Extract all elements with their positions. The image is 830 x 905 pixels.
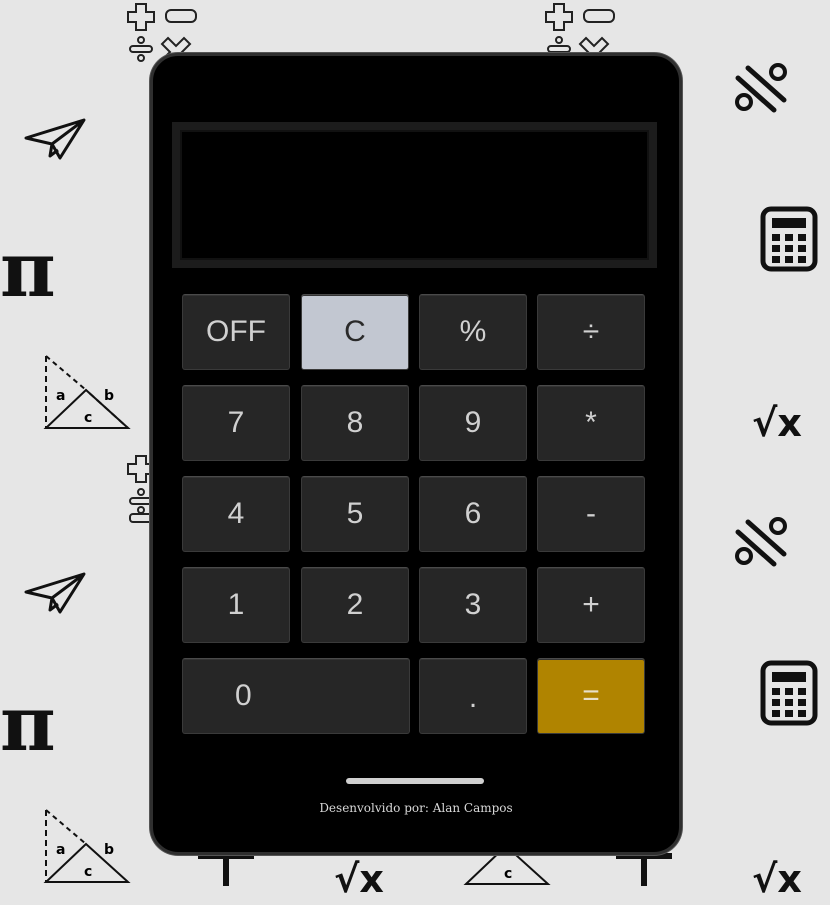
decimal-button[interactable]: .	[419, 658, 527, 734]
digit-9-button[interactable]: 9	[419, 385, 527, 461]
paper-plane-icon	[24, 572, 86, 614]
svg-text:a: a	[56, 388, 65, 404]
digit-6-button[interactable]: 6	[419, 476, 527, 552]
square-root-icon: √x	[752, 401, 802, 445]
digit-5-button[interactable]: 5	[301, 476, 409, 552]
digit-7-button[interactable]: 7	[182, 385, 290, 461]
equals-button[interactable]: =	[537, 658, 645, 734]
percent-icon	[735, 517, 787, 567]
percent-button[interactable]: %	[419, 294, 527, 370]
svg-text:c: c	[84, 864, 92, 880]
digit-1-button[interactable]: 1	[182, 567, 290, 643]
plus-button[interactable]: +	[537, 567, 645, 643]
svg-text:b: b	[104, 842, 114, 858]
pi-icon: π	[0, 225, 56, 314]
percent-icon	[735, 63, 787, 113]
digit-8-button[interactable]: 8	[301, 385, 409, 461]
triangle-icon: a b c	[43, 809, 131, 883]
svg-text:a: a	[56, 842, 65, 858]
calculator-icon	[760, 660, 818, 726]
plus-icon	[198, 853, 254, 886]
calculator-icon	[760, 206, 818, 272]
developer-credit: Desenvolvido por: Alan Campos	[319, 801, 513, 815]
calculator-device: OFF C % ÷ 7 8 9 * 4 5 6 - 1 2 3 + 0 . = …	[150, 53, 682, 855]
digit-4-button[interactable]: 4	[182, 476, 290, 552]
square-root-icon: √x	[334, 857, 384, 901]
svg-text:c: c	[504, 866, 512, 882]
home-indicator	[346, 778, 484, 784]
digit-0-button[interactable]: 0	[182, 658, 410, 734]
digit-2-button[interactable]: 2	[301, 567, 409, 643]
paper-plane-icon	[24, 118, 86, 160]
clear-button[interactable]: C	[301, 294, 409, 370]
multiply-button[interactable]: *	[537, 385, 645, 461]
digit-3-button[interactable]: 3	[419, 567, 527, 643]
triangle-icon: a b c	[43, 355, 131, 429]
divide-button[interactable]: ÷	[537, 294, 645, 370]
pi-icon: π	[0, 679, 56, 768]
square-root-icon: √x	[752, 857, 802, 901]
off-button[interactable]: OFF	[182, 294, 290, 370]
minus-button[interactable]: -	[537, 476, 645, 552]
svg-text:c: c	[84, 410, 92, 426]
svg-text:b: b	[104, 388, 114, 404]
plus-icon	[616, 853, 672, 886]
display-screen	[172, 122, 657, 268]
